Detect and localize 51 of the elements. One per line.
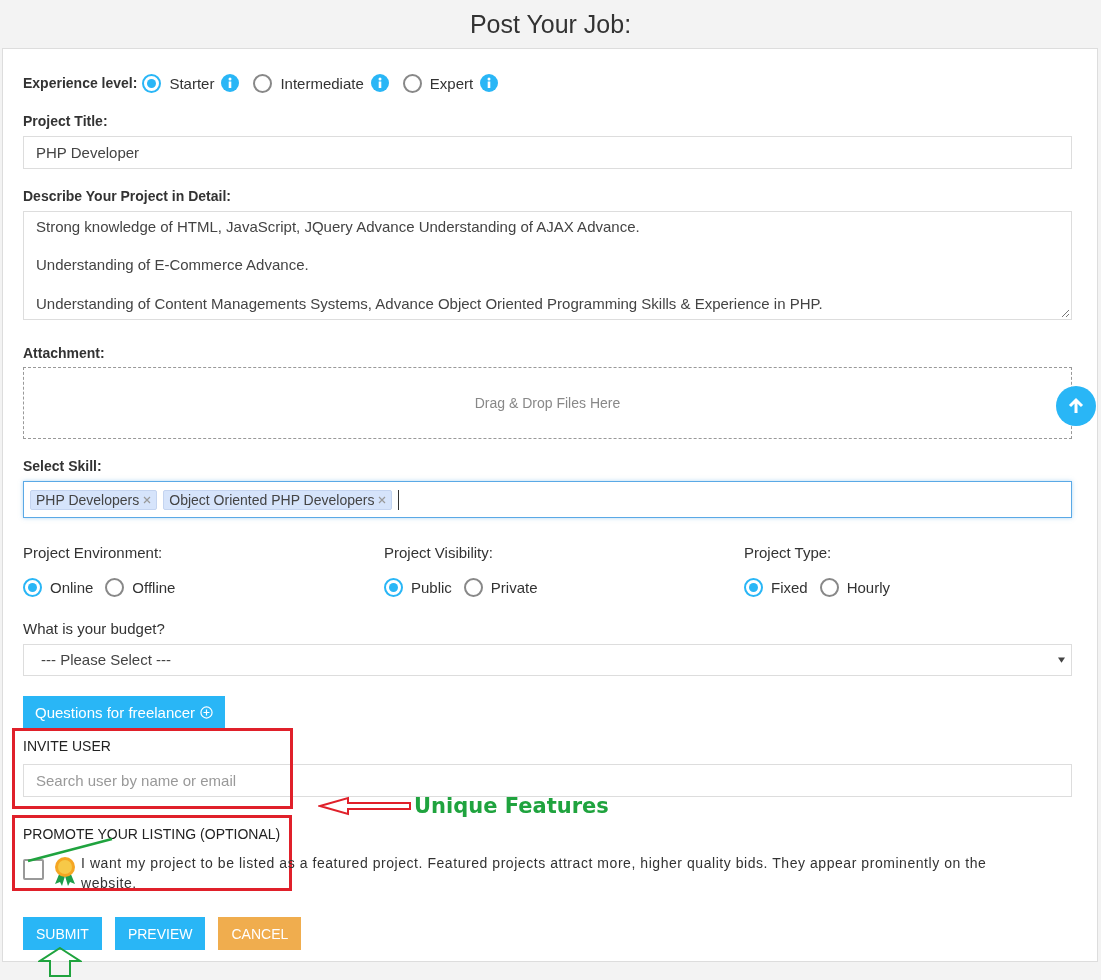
radio-button[interactable]	[384, 578, 403, 597]
user-search-field[interactable]: Search user by name or email	[23, 764, 1072, 797]
field-label: Project Type:	[744, 544, 833, 561]
radio-label: Online	[50, 579, 94, 596]
radio-button[interactable]	[744, 578, 763, 597]
field-label: PROMOTE YOUR LISTING (OPTIONAL)	[23, 826, 282, 842]
resize-grip-icon[interactable]	[1061, 309, 1069, 317]
radio-button[interactable]	[105, 578, 125, 597]
radio-label: Offline	[132, 579, 176, 596]
field-label: Project Title:	[23, 113, 109, 129]
field-label: INVITE USER	[23, 738, 112, 754]
field-label: Project Visibility:	[384, 544, 494, 561]
skill-tag[interactable]: Object Oriented PHP Developers	[163, 489, 393, 510]
remove-icon[interactable]	[143, 495, 152, 504]
annotation-text: Unique Features	[414, 794, 609, 818]
radio-label: Intermediate	[280, 74, 364, 92]
radio-label: Starter	[169, 74, 215, 92]
radio-label: Hourly	[846, 579, 891, 596]
radio-button[interactable]	[402, 73, 422, 93]
plus-circle-icon	[200, 705, 214, 719]
radio-label: Expert	[429, 74, 474, 92]
up-arrow-icon	[1066, 396, 1086, 416]
dropdown-caret-icon	[1058, 657, 1065, 663]
field-label: Select Skill:	[23, 458, 103, 474]
page-title: Post Your Job:	[468, 9, 633, 40]
radio-button[interactable]	[142, 73, 162, 93]
title-input[interactable]: PHP Developer	[23, 136, 1072, 169]
info-icon[interactable]	[221, 74, 240, 92]
text-cursor	[398, 489, 400, 510]
radio-button[interactable]	[23, 578, 42, 597]
award-ribbon-icon	[52, 856, 78, 888]
field-label: Experience level:	[23, 75, 138, 91]
remove-icon[interactable]	[378, 495, 387, 504]
budget-select[interactable]: --- Please Select ---	[23, 644, 1072, 676]
field-label: Describe Your Project in Detail:	[23, 188, 232, 204]
radio-label: Private	[490, 579, 538, 596]
skill-select-field[interactable]: PHP Developers Object Oriented PHP Developers	[23, 481, 1072, 518]
field-label: Project Environment:	[23, 544, 164, 561]
up-arrow-annotation	[38, 947, 82, 977]
description-textarea[interactable]: Strong knowledge of HTML, JavaScript, JQuery Advance Understanding of AJAX Advance. Understanding of E-Commerce Advance. Understanding of Content Managements Systems, Advance Object Oriented Programming Skills & Experience in PHP.	[23, 211, 1072, 320]
featured-checkbox[interactable]	[23, 859, 44, 880]
radio-label: Public	[411, 579, 452, 596]
skill-tag[interactable]: PHP Developers	[30, 489, 158, 510]
radio-button[interactable]	[819, 578, 839, 597]
info-icon[interactable]	[480, 74, 499, 92]
field-label: What is your budget?	[23, 620, 166, 637]
radio-label: Fixed	[771, 579, 808, 596]
radio-button[interactable]	[463, 578, 483, 597]
field-label: Attachment:	[23, 345, 106, 361]
info-icon[interactable]	[370, 74, 389, 92]
radio-button[interactable]	[253, 73, 273, 93]
